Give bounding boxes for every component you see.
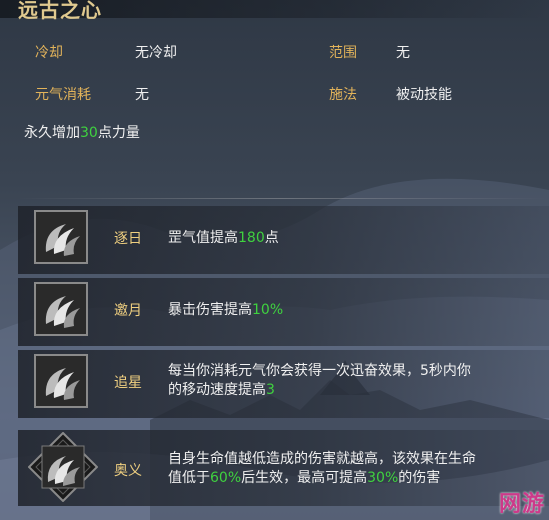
talent-name: 逐日 [114, 231, 142, 247]
talent-name: 追星 [114, 375, 142, 391]
cast-value: 被动技能 [396, 87, 452, 103]
talent-icon [27, 431, 99, 503]
talent-icon [34, 282, 88, 336]
skill-title: 远古之心 [18, 0, 102, 22]
cooldown-value: 无冷却 [135, 45, 177, 61]
talent-row-ultimate[interactable]: 奥义 自身生命值越低造成的伤害就越高，该效果在生命 值低于60%后生效，最高可提… [18, 430, 549, 506]
swirl-icon [36, 356, 86, 406]
swirl-icon [27, 431, 99, 503]
talent-icon [34, 210, 88, 264]
swirl-icon [36, 284, 86, 334]
cast-label: 施法 [329, 87, 357, 103]
divider [18, 198, 546, 199]
skill-description: 永久增加30点力量 [24, 125, 140, 141]
talent-description: 罡气值提高180点 [168, 230, 279, 246]
cost-value: 无 [135, 87, 149, 103]
talent-row-3[interactable]: 追星 每当你消耗元气你会获得一次迅奋效果，5秒内你 的移动速度提高3 [18, 350, 549, 418]
range-value: 无 [396, 45, 410, 61]
swirl-icon [36, 212, 86, 262]
talent-row-2[interactable]: 邀月 暴击伤害提高10% [18, 278, 549, 346]
site-watermark: 网游 [498, 492, 545, 517]
talent-description: 暴击伤害提高10% [168, 302, 284, 318]
talent-icon [34, 354, 88, 408]
talent-description: 自身生命值越低造成的伤害就越高，该效果在生命 值低于60%后生效，最高可提高30… [168, 451, 476, 486]
cost-label: 元气消耗 [35, 87, 91, 103]
talent-description: 每当你消耗元气你会获得一次迅奋效果，5秒内你 的移动速度提高3 [168, 363, 471, 398]
talent-name: 邀月 [114, 303, 142, 319]
talent-row-1[interactable]: 逐日 罡气值提高180点 [18, 206, 549, 274]
cooldown-label: 冷却 [35, 45, 63, 61]
range-label: 范围 [329, 45, 357, 61]
talent-name: 奥义 [114, 463, 142, 479]
